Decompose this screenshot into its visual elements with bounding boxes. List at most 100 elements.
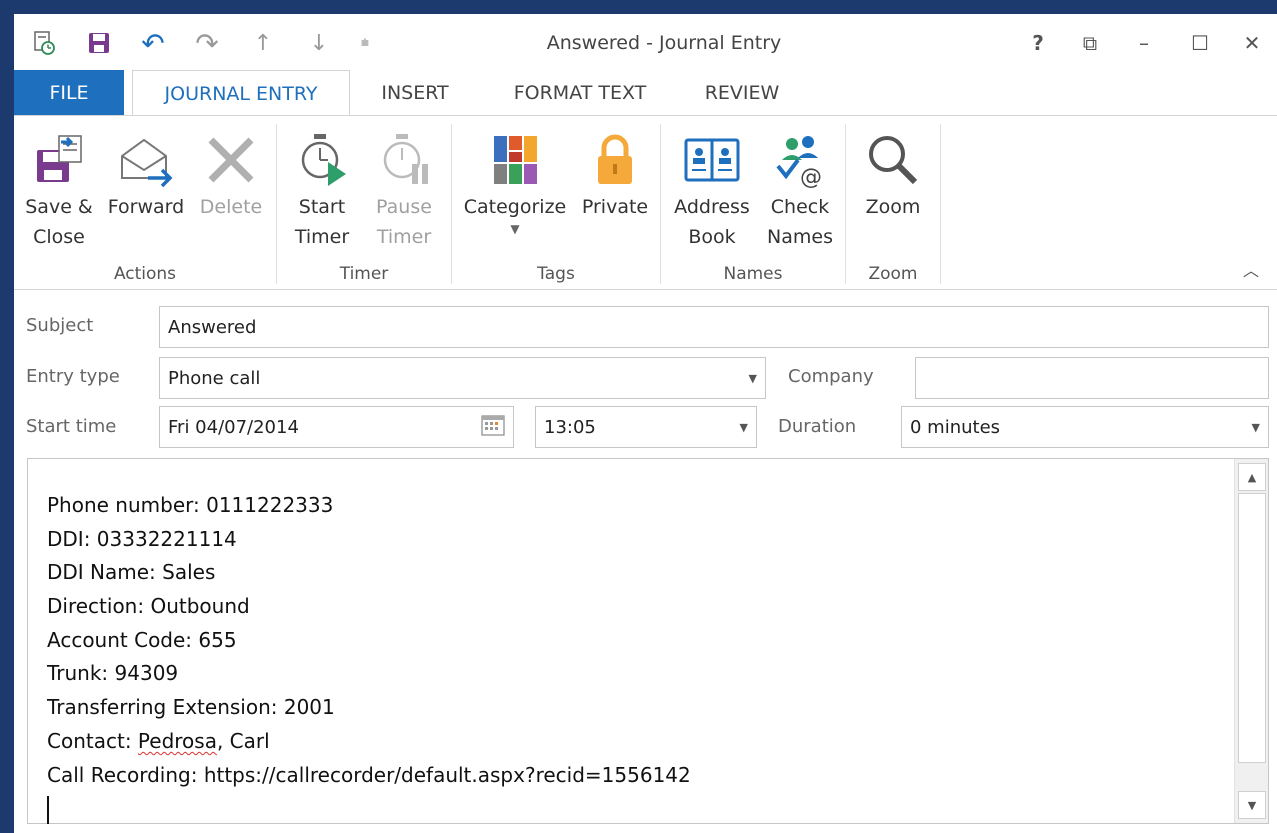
ribbon: Save & Close Forward Delete Actions Star… <box>14 115 1277 290</box>
start-timer-button[interactable]: Start Timer <box>287 128 357 252</box>
forward-button[interactable]: Forward <box>104 128 188 222</box>
up-arrow-icon[interactable]: ↑ <box>248 28 278 58</box>
tab-format-text[interactable]: FORMAT TEXT <box>490 70 670 116</box>
pause-timer-button[interactable]: Pause Timer <box>367 128 441 252</box>
start-timer-label-1: Start <box>298 196 346 218</box>
body-line: Direction: Outbound <box>47 594 250 619</box>
body-line: DDI Name: Sales <box>47 560 216 585</box>
entry-type-value: Phone call <box>168 367 261 389</box>
start-time-select[interactable]: 13:05 ▼ <box>535 406 757 448</box>
contact-suffix: , Carl <box>216 728 270 753</box>
pause-timer-label-2: Timer <box>376 226 432 248</box>
body-line-contact: Contact: Pedrosa, Carl <box>47 725 691 759</box>
ribbon-display-options-icon[interactable]: ⧉ <box>1070 28 1110 58</box>
misspelled-word[interactable]: Pedrosa <box>138 729 217 753</box>
vertical-scrollbar[interactable]: ▲ ▼ <box>1234 459 1268 823</box>
ribbon-tab-bar: FILE JOURNAL ENTRY INSERT FORMAT TEXT RE… <box>14 70 1277 117</box>
journal-app-icon[interactable] <box>30 28 60 58</box>
close-icon[interactable]: ✕ <box>1232 28 1272 58</box>
chevron-down-icon: ▼ <box>748 371 757 385</box>
subject-input[interactable]: Answered <box>159 306 1269 348</box>
zoom-group-label: Zoom <box>868 264 918 284</box>
save-close-label-2: Close <box>33 226 85 248</box>
scroll-up-icon[interactable]: ▲ <box>1238 463 1266 491</box>
collapse-ribbon-icon[interactable]: ︿ <box>1243 257 1259 281</box>
check-names-label-1: Check <box>770 196 830 218</box>
maximize-icon[interactable]: ☐ <box>1180 28 1220 58</box>
entry-type-select[interactable]: Phone call ▼ <box>159 357 766 399</box>
start-time-value: 13:05 <box>544 416 596 438</box>
start-timer-label-2: Timer <box>294 226 350 248</box>
actions-group: Save & Close Forward Delete Actions <box>14 116 276 290</box>
title-bar: ↶ ↷ ↑ ↓ ⩧ Answered - Journal Entry ? ⧉ –… <box>14 14 1277 70</box>
tags-group-label: Tags <box>537 264 575 284</box>
help-icon[interactable]: ? <box>1018 28 1058 58</box>
address-book-icon <box>680 128 744 192</box>
forward-icon <box>114 128 178 192</box>
tags-group: Categorize ▼ Private Tags <box>452 116 660 290</box>
save-close-label-1: Save & <box>25 196 93 218</box>
delete-label: Delete <box>199 196 263 218</box>
categorize-dropdown-arrow: ▼ <box>510 222 520 236</box>
private-button[interactable]: Private <box>578 128 652 222</box>
duration-value: 0 minutes <box>910 416 1001 438</box>
zoom-group: Zoom Zoom <box>846 116 940 290</box>
names-group: Address Book @ Check Names Names <box>661 116 845 290</box>
notes-body-text: Phone number: 0111222333 DDI: 0333222111… <box>47 489 691 826</box>
start-date-input[interactable]: Fri 04/07/2014 <box>159 406 514 448</box>
tab-journal-entry[interactable]: JOURNAL ENTRY <box>132 70 350 117</box>
duration-select[interactable]: 0 minutes ▼ <box>901 406 1269 448</box>
customize-qat-icon[interactable]: ⩧ <box>350 28 380 58</box>
chevron-down-icon: ▼ <box>1251 420 1260 434</box>
body-line: Trunk: 94309 <box>47 661 179 686</box>
window-top-border <box>0 0 1277 14</box>
start-time-label: Start time <box>26 416 117 437</box>
subject-value: Answered <box>168 316 257 338</box>
tab-file[interactable]: FILE <box>14 70 124 116</box>
contact-prefix: Contact: <box>47 728 138 753</box>
check-names-button[interactable]: @ Check Names <box>763 128 837 252</box>
timer-group-label: Timer <box>339 264 389 284</box>
save-icon[interactable] <box>84 28 114 58</box>
undo-icon[interactable]: ↶ <box>138 27 168 60</box>
categorize-icon <box>483 128 547 192</box>
body-line: Phone number: 0111222333 <box>47 493 334 517</box>
svg-text:@: @ <box>800 165 822 188</box>
down-arrow-icon[interactable]: ↓ <box>304 28 334 58</box>
text-cursor <box>47 795 49 824</box>
body-line: DDI: 03332221114 <box>47 526 237 551</box>
duration-label: Duration <box>778 416 857 437</box>
delete-icon <box>199 128 263 192</box>
redo-icon[interactable]: ↷ <box>192 27 222 60</box>
body-line: Account Code: 655 <box>47 627 237 652</box>
body-line: Transferring Extension: 2001 <box>47 695 335 720</box>
chevron-down-icon: ▼ <box>739 420 748 434</box>
forward-label: Forward <box>107 196 185 218</box>
calendar-icon[interactable] <box>481 414 505 441</box>
zoom-label: Zoom <box>865 196 921 218</box>
categorize-button[interactable]: Categorize ▼ <box>462 128 568 236</box>
check-names-icon: @ <box>768 128 832 192</box>
save-close-icon <box>27 128 91 192</box>
start-date-value: Fri 04/07/2014 <box>168 416 299 438</box>
tab-review[interactable]: REVIEW <box>688 70 796 116</box>
minimize-icon[interactable]: – <box>1124 28 1164 58</box>
company-label: Company <box>788 366 874 387</box>
zoom-button[interactable]: Zoom <box>856 128 930 222</box>
entry-type-label: Entry type <box>26 366 120 387</box>
address-book-label-1: Address <box>674 196 750 218</box>
window-left-border <box>0 14 14 833</box>
names-group-label: Names <box>723 264 783 284</box>
scroll-thumb[interactable] <box>1238 493 1266 763</box>
company-input[interactable] <box>915 357 1269 399</box>
address-book-button[interactable]: Address Book <box>671 128 753 252</box>
subject-label: Subject <box>26 315 94 336</box>
pause-timer-label-1: Pause <box>376 196 432 218</box>
journal-form: Subject Answered Entry type Phone call ▼… <box>14 291 1277 456</box>
save-close-button[interactable]: Save & Close <box>20 128 98 252</box>
scroll-down-icon[interactable]: ▼ <box>1238 791 1266 819</box>
notes-body-editor[interactable]: Phone number: 0111222333 DDI: 0333222111… <box>27 458 1269 824</box>
actions-group-label: Actions <box>113 264 177 284</box>
delete-button[interactable]: Delete <box>194 128 268 222</box>
tab-insert[interactable]: INSERT <box>360 70 470 116</box>
